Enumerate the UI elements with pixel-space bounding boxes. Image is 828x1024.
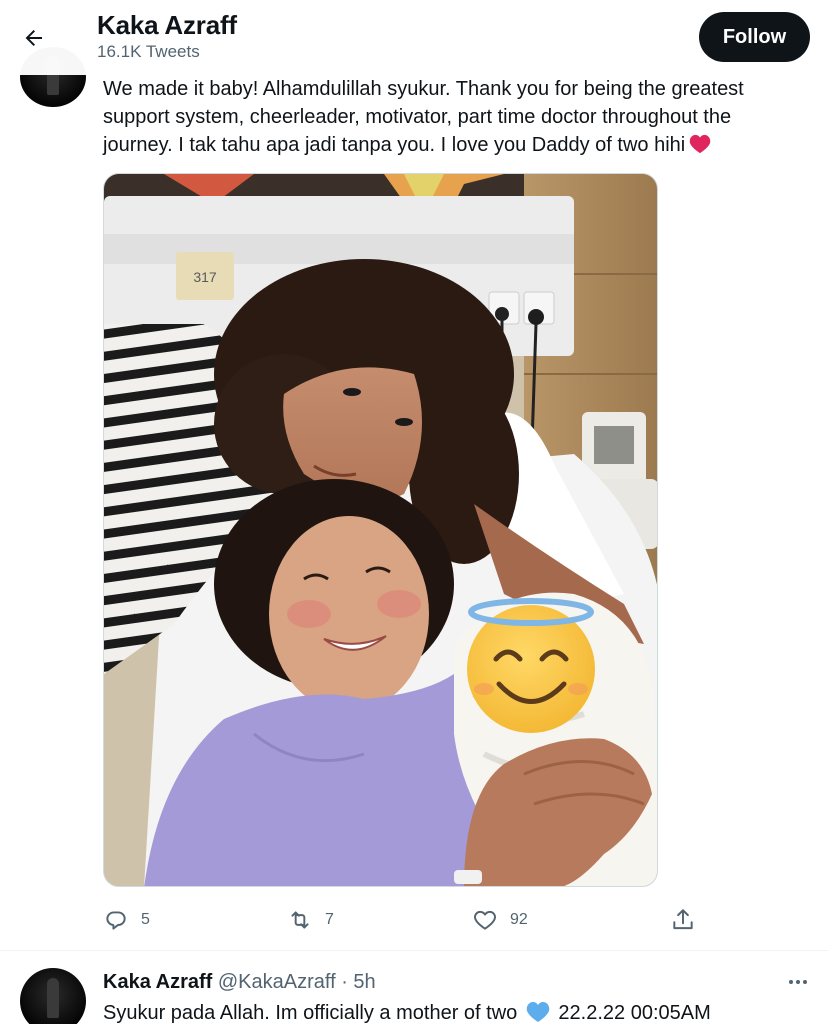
- author-name[interactable]: Kaka Azraff: [103, 971, 212, 993]
- tweet-count: 16.1K Tweets: [97, 42, 200, 61]
- more-dots-icon: [789, 980, 807, 984]
- room-number: 317: [193, 269, 217, 285]
- separator-dot: ·: [341, 971, 348, 993]
- hospital-photo-illustration: 317: [104, 174, 657, 886]
- retweet-count: 7: [325, 911, 334, 928]
- tweet-body-start: Syukur pada Allah. Im officially a mothe…: [103, 1002, 518, 1024]
- tweet-text: Syukur pada Allah. Im officially a mothe…: [103, 999, 711, 1024]
- author-handle[interactable]: @KakaAzraff: [218, 971, 336, 993]
- profile-header: Kaka Azraff 16.1K Tweets Follow: [0, 0, 828, 75]
- back-button[interactable]: [14, 18, 54, 58]
- tweet-body-end: 22.2.22 00:05AM: [558, 1002, 711, 1024]
- tweet[interactable]: Kaka Azraff @KakaAzraff · 5h Syukur pada…: [0, 952, 828, 1024]
- reply-button[interactable]: 5: [103, 905, 150, 935]
- tweet-text: We made it baby! Alhamdulillah syukur. T…: [103, 75, 803, 159]
- follow-button[interactable]: Follow: [699, 12, 810, 62]
- tweet-body: We made it baby! Alhamdulillah syukur. T…: [103, 78, 744, 156]
- avatar[interactable]: [20, 968, 86, 1024]
- like-button[interactable]: 92: [472, 905, 528, 935]
- retweet-button[interactable]: 7: [287, 905, 334, 935]
- arrow-left-icon: [25, 30, 42, 46]
- tweet-header: Kaka Azraff @KakaAzraff · 5h: [103, 970, 376, 994]
- tweet-timestamp[interactable]: 5h: [353, 971, 375, 993]
- heart-outline-icon: [474, 910, 496, 930]
- profile-name: Kaka Azraff: [97, 10, 237, 40]
- like-count: 92: [510, 911, 528, 928]
- tweet-photo[interactable]: 317: [103, 173, 658, 887]
- retweet-icon: [291, 911, 309, 929]
- share-icon: [673, 909, 693, 930]
- blue-heart-icon: [526, 1002, 550, 1022]
- tweet-actions: 5 7 92: [103, 905, 703, 935]
- red-heart-icon: [689, 134, 711, 154]
- avatar-figure: [47, 978, 59, 1018]
- profile-title-block: Kaka Azraff 16.1K Tweets: [97, 10, 237, 63]
- tweet[interactable]: We made it baby! Alhamdulillah syukur. T…: [0, 47, 828, 951]
- reply-count: 5: [141, 911, 150, 928]
- more-options-button[interactable]: [786, 970, 810, 994]
- share-button[interactable]: [670, 905, 696, 935]
- reply-icon: [106, 911, 126, 930]
